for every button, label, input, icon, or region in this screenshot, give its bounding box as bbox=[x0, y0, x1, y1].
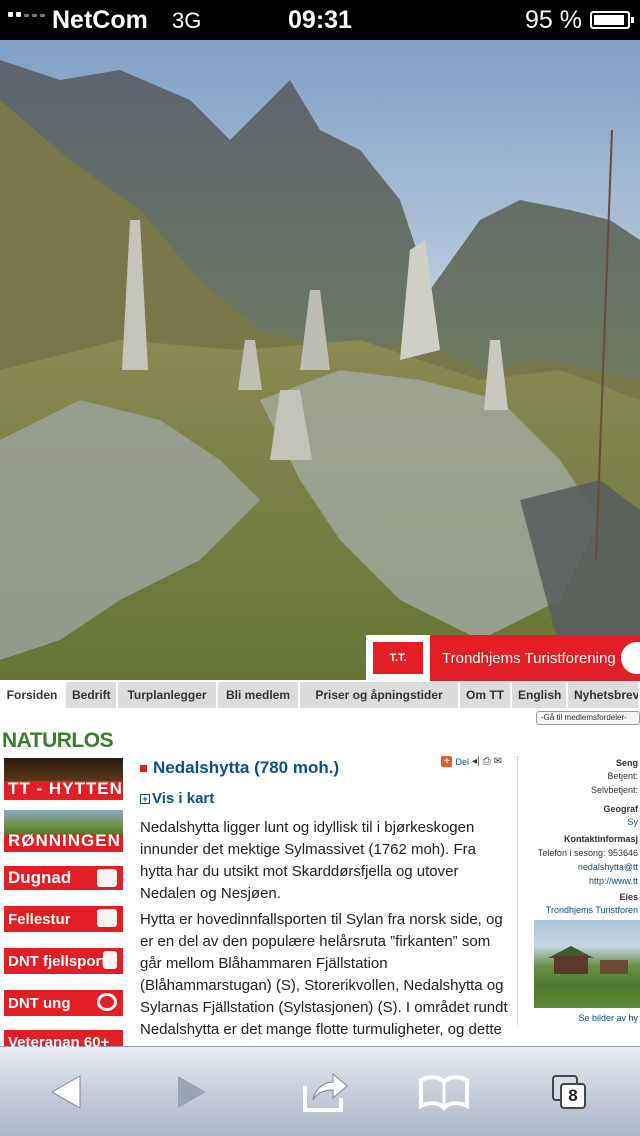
page-title-text: Nedalshytta (780 moh.) bbox=[153, 758, 340, 777]
show-map-link[interactable]: + Vis i kart bbox=[140, 790, 214, 807]
title-bullet-icon bbox=[140, 765, 147, 773]
banner-label: Fellestur bbox=[8, 910, 71, 928]
tab-forsiden[interactable]: Forsiden bbox=[0, 682, 66, 708]
bookmarks-button[interactable] bbox=[416, 1069, 472, 1115]
info-beds-heading: Seng bbox=[615, 758, 638, 768]
share-icon bbox=[303, 1072, 348, 1112]
banner-label: TT - HYTTENE bbox=[8, 779, 123, 798]
banner-fellestur[interactable]: Fellestur bbox=[4, 906, 123, 932]
info-geography-heading: Geograf bbox=[603, 804, 638, 814]
banner-label: Veteranan 60+ bbox=[8, 1033, 110, 1051]
book-icon bbox=[419, 1075, 469, 1112]
info-owner-heading: Eies bbox=[619, 892, 638, 902]
battery-percentage: 95 % bbox=[525, 6, 582, 34]
banner-label: RØNNINGEN bbox=[8, 831, 121, 850]
back-arrow-icon bbox=[50, 1075, 81, 1109]
browser-toolbar: 8 bbox=[0, 1046, 640, 1136]
tt-flag-icon: T.T. bbox=[373, 642, 423, 674]
show-map-label: Vis i kart bbox=[152, 790, 215, 807]
speaker-icon[interactable]: ◂| bbox=[472, 756, 480, 767]
tabs-count: 8 bbox=[560, 1083, 586, 1109]
tab-bli-medlem[interactable]: Bli medlem bbox=[218, 682, 300, 708]
expand-icon: + bbox=[140, 794, 150, 805]
banner-label: DNT ung bbox=[8, 994, 71, 1012]
info-web-link[interactable]: http://www.tt bbox=[589, 876, 638, 886]
article: Nedalshytta (780 moh.) + Del ◂| ⎙ ✉ + Vis… bbox=[140, 726, 518, 1038]
org-name: Trondhjems Turistforening bbox=[442, 649, 616, 667]
article-paragraph: Hytta er hovedinnfallsporten til Sylan f… bbox=[140, 911, 508, 1038]
banner-dnt-ung[interactable]: DNT ung bbox=[4, 990, 123, 1016]
forward-arrow-icon bbox=[178, 1076, 206, 1108]
tt-logo: T.T. bbox=[366, 635, 432, 681]
tab-priser[interactable]: Priser og åpningstider bbox=[300, 682, 460, 708]
tab-om-tt[interactable]: Om TT bbox=[460, 682, 512, 708]
info-phone: Telefon i sesong: 953646 bbox=[537, 848, 638, 858]
cake-icon bbox=[97, 869, 117, 887]
banner-veteran[interactable]: Veteranan 60+ bbox=[4, 1030, 123, 1054]
banner-label: Dugnad bbox=[8, 868, 72, 887]
tab-nyhetsbrev[interactable]: Nyhetsbrev bbox=[568, 682, 640, 708]
email-icon[interactable]: ✉ bbox=[494, 756, 502, 767]
member-benefits-select[interactable]: -Gå til medlemsfordeler- bbox=[536, 711, 640, 725]
page-title: Nedalshytta (780 moh.) bbox=[140, 758, 339, 778]
info-geography-value[interactable]: Sy bbox=[627, 817, 638, 827]
banner-dnt-fjellsport[interactable]: DNT fjellsport bbox=[4, 948, 123, 974]
mountain-landscape-image bbox=[0, 40, 640, 680]
forward-button[interactable] bbox=[164, 1069, 220, 1115]
banner-ronningen[interactable]: RØNNINGEN bbox=[4, 810, 123, 852]
naturlos-logo[interactable]: NATURLOS bbox=[2, 729, 114, 753]
back-button[interactable] bbox=[38, 1069, 94, 1115]
share-plus-icon[interactable]: + bbox=[441, 756, 453, 767]
main-nav: Forsiden Bedrift Turplanlegger Bli medle… bbox=[0, 682, 640, 708]
share-button[interactable] bbox=[296, 1069, 352, 1115]
tab-turplanlegger[interactable]: Turplanlegger bbox=[118, 682, 218, 708]
status-bar: NetCom 3G 09:31 95 % bbox=[0, 0, 640, 40]
info-self-service: Selvbetjent: bbox=[590, 785, 638, 795]
info-owner-link[interactable]: Trondhjems Turistforen bbox=[546, 905, 638, 915]
naturlos-label: NATURLOS bbox=[2, 729, 114, 752]
hero-image bbox=[0, 40, 640, 680]
tabs-button[interactable]: 8 bbox=[540, 1069, 596, 1115]
tab-bedrift[interactable]: Bedrift bbox=[66, 682, 118, 708]
banner-tt-hyttene[interactable]: TT - HYTTENE bbox=[4, 758, 123, 800]
info-panel: Seng Betjent: Selvbetjent: Geograf Sy Ko… bbox=[526, 726, 640, 1026]
more-pictures-link[interactable]: Se bilder av hy bbox=[578, 1013, 638, 1023]
battery-icon bbox=[590, 11, 634, 29]
bike-wheel-icon bbox=[97, 993, 117, 1011]
hut-building bbox=[554, 956, 588, 974]
banner-dugnad[interactable]: Dugnad bbox=[4, 866, 123, 890]
dnt-seal-icon bbox=[618, 639, 640, 677]
info-staffed: Betjent: bbox=[607, 771, 638, 781]
article-tools: + Del ◂| ⎙ ✉ bbox=[441, 756, 502, 767]
article-paragraph: Nedalshytta ligger lunt og idyllisk til … bbox=[140, 819, 476, 902]
info-email-link[interactable]: nedalshytta@tt bbox=[578, 862, 638, 872]
hut-photo[interactable] bbox=[534, 920, 640, 1008]
tab-english[interactable]: English bbox=[512, 682, 568, 708]
share-link[interactable]: Del bbox=[455, 757, 469, 767]
tt-banner[interactable]: T.T. Trondhjems Turistforening bbox=[366, 635, 640, 681]
print-icon[interactable]: ⎙ bbox=[483, 756, 491, 767]
column-divider bbox=[517, 756, 518, 1026]
banner-label: DNT fjellsport bbox=[8, 952, 107, 970]
hut-annex bbox=[600, 960, 628, 974]
info-contact-heading: Kontaktinformasj bbox=[563, 834, 638, 844]
boot-icon bbox=[97, 909, 117, 927]
